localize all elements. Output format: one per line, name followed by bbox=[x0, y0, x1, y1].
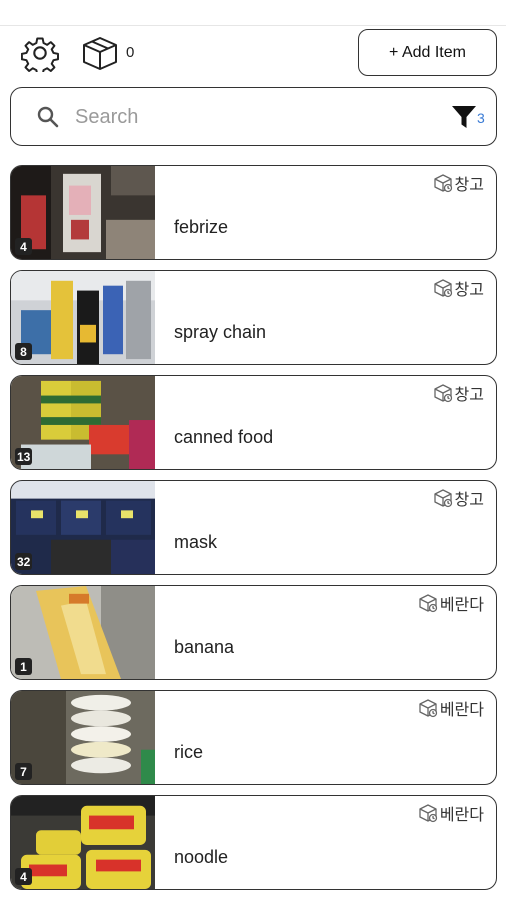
item-card[interactable]: 4 febrize 창고 bbox=[10, 165, 497, 260]
item-location-label: 베란다 bbox=[439, 807, 484, 824]
search-input[interactable] bbox=[75, 98, 435, 136]
item-photo bbox=[11, 376, 155, 469]
storage-box-icon bbox=[419, 699, 437, 718]
box-count: 0 bbox=[126, 44, 135, 61]
item-name: banana bbox=[174, 637, 235, 657]
item-count-badge: 8 bbox=[15, 343, 32, 360]
status-bar-strip bbox=[0, 0, 506, 26]
item-location-label: 창고 bbox=[454, 177, 484, 194]
item-name: canned food bbox=[174, 427, 274, 447]
item-card[interactable]: 1 banana 베란다 bbox=[10, 585, 497, 680]
item-location: 베란다 bbox=[418, 696, 484, 720]
search-bar: 3 bbox=[10, 87, 497, 146]
item-location: 창고 bbox=[433, 486, 484, 510]
storage-box-icon bbox=[433, 174, 452, 193]
filter-funnel-icon[interactable] bbox=[451, 104, 477, 130]
settings-gear-icon[interactable] bbox=[20, 34, 59, 76]
item-location: 창고 bbox=[433, 276, 484, 300]
item-name: noodle bbox=[174, 847, 229, 867]
item-count-badge: 4 bbox=[15, 868, 32, 885]
storage-box-icon bbox=[433, 384, 452, 403]
item-location: 창고 bbox=[433, 171, 484, 195]
storage-box-icon bbox=[419, 594, 437, 613]
item-card[interactable]: 13 canned food 창고 bbox=[10, 375, 497, 470]
item-count-badge: 1 bbox=[15, 658, 32, 675]
toolbar: 0 + Add Item bbox=[0, 26, 506, 82]
item-location: 창고 bbox=[433, 381, 484, 405]
item-photo bbox=[11, 271, 155, 364]
item-card[interactable]: 4 noodle 베란다 bbox=[10, 795, 497, 890]
storage-box-icon bbox=[433, 279, 452, 298]
item-location-label: 베란다 bbox=[439, 702, 484, 719]
item-name: spray chain bbox=[174, 322, 267, 342]
item-name: febrize bbox=[174, 217, 229, 237]
item-photo bbox=[11, 166, 155, 259]
item-card[interactable]: 32 mask 창고 bbox=[10, 480, 497, 575]
item-location-label: 베란다 bbox=[439, 597, 484, 614]
item-card[interactable]: 7 rice 베란다 bbox=[10, 690, 497, 785]
item-card[interactable]: 8 spray chain 창고 bbox=[10, 270, 497, 365]
item-name: mask bbox=[174, 532, 218, 552]
item-location-label: 창고 bbox=[454, 492, 484, 509]
filter-count-badge: 3 bbox=[477, 110, 485, 126]
item-count-badge: 32 bbox=[15, 553, 33, 570]
search-icon bbox=[36, 105, 60, 129]
item-photo bbox=[11, 796, 155, 889]
item-photo bbox=[11, 481, 155, 574]
storage-box-icon bbox=[419, 804, 437, 823]
item-location-label: 창고 bbox=[454, 282, 484, 299]
item-count-badge: 13 bbox=[15, 448, 33, 465]
item-location-label: 창고 bbox=[454, 387, 484, 404]
item-count-badge: 7 bbox=[15, 763, 32, 780]
item-photo bbox=[11, 691, 155, 784]
item-photo bbox=[11, 586, 155, 679]
item-location: 베란다 bbox=[418, 801, 484, 825]
add-item-button[interactable]: + Add Item bbox=[358, 29, 497, 76]
item-name: rice bbox=[174, 742, 204, 762]
storage-box-icon bbox=[433, 489, 452, 508]
item-location: 베란다 bbox=[418, 591, 484, 615]
item-count-badge: 4 bbox=[15, 238, 32, 255]
item-list: 4 febrize 창고 8 spray chain 창고 13 canned … bbox=[10, 165, 497, 900]
package-box-icon[interactable] bbox=[80, 34, 120, 72]
